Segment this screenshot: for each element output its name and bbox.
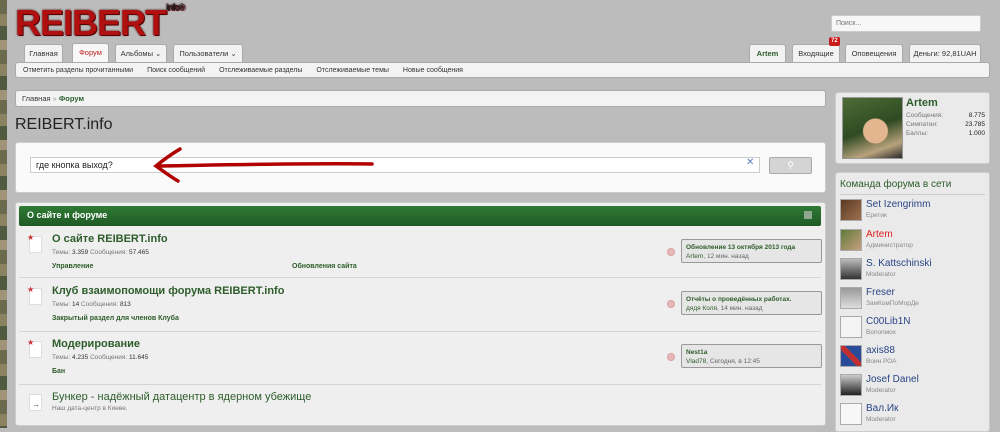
- forum-title[interactable]: О сайте REIBERT.info: [52, 233, 168, 245]
- forum-row: ★ Клуб взаимопомощи форума REIBERT.info …: [19, 280, 822, 332]
- forum-title[interactable]: Клуб взаимопомощи форума REIBERT.info: [52, 285, 284, 297]
- member-role: Администратор: [866, 242, 913, 249]
- member-name[interactable]: Artem: [866, 229, 893, 240]
- subforum-link[interactable]: Обновления сайта: [292, 263, 357, 270]
- forum-link-icon: →: [29, 394, 42, 411]
- forum-row: → Бункер - надёжный датацентр в ядерном …: [19, 386, 821, 422]
- avatar[interactable]: [840, 287, 862, 309]
- forum-title[interactable]: Модерирование: [52, 338, 140, 350]
- member-name[interactable]: Josef Danel: [866, 374, 919, 385]
- forum-stats: Темы: 14 Сообщения: 813: [52, 301, 131, 308]
- read-marker-icon: [667, 353, 675, 361]
- last-post[interactable]: Nest1a Vlad78, Сегодня, в 12:45: [681, 344, 822, 368]
- profile-stat: Симпатии: 23.785: [906, 121, 985, 128]
- member-name[interactable]: Set Izengrimm: [866, 199, 930, 210]
- subforum-link[interactable]: Бан: [52, 368, 65, 375]
- subforum-link[interactable]: Управление: [52, 263, 93, 270]
- forum-stats: Темы: 4.235 Сообщения: 11.645: [52, 354, 149, 361]
- read-marker-icon: [667, 248, 675, 256]
- staff-online-title: Команда форума в сети: [840, 179, 952, 190]
- member-name[interactable]: Вал.Ик: [866, 403, 898, 414]
- member-role: Moderator: [866, 387, 896, 394]
- forum-row: ★ Модерирование Темы: 4.235 Сообщения: 1…: [19, 333, 822, 385]
- forum-stats: Темы: 3.359 Сообщения: 57.465: [52, 249, 149, 256]
- member-role: Moderator: [866, 416, 896, 423]
- member-name[interactable]: axis88: [866, 345, 895, 356]
- forum-row: ★ О сайте REIBERT.info Темы: 3.359 Сообщ…: [19, 228, 822, 278]
- avatar[interactable]: [840, 403, 862, 425]
- member-name[interactable]: C00Lib1N: [866, 316, 910, 327]
- forum-unread-icon: ★: [27, 285, 42, 305]
- category-header[interactable]: О сайте и форуме: [19, 206, 821, 226]
- collapse-icon[interactable]: [804, 211, 812, 219]
- avatar[interactable]: [840, 229, 862, 251]
- forum-title[interactable]: Бункер - надёжный датацентр в ядерном уб…: [52, 391, 311, 403]
- member-role: Вопопмох: [866, 329, 896, 336]
- member-role: Еретик: [866, 212, 887, 219]
- member-role: Воин РОА: [866, 358, 897, 365]
- profile-name[interactable]: Artem: [906, 97, 938, 109]
- member-role: Moderator: [866, 271, 896, 278]
- avatar[interactable]: [840, 345, 862, 367]
- avatar[interactable]: [842, 97, 903, 159]
- member-name[interactable]: S. Kattschinski: [866, 258, 932, 269]
- forum-unread-icon: ★: [27, 233, 42, 253]
- member-name[interactable]: Freser: [866, 287, 895, 298]
- avatar[interactable]: [840, 374, 862, 396]
- forum-description: Наш дата-центр в Киеве.: [52, 405, 128, 412]
- read-marker-icon: [667, 300, 675, 308]
- avatar[interactable]: [840, 316, 862, 338]
- profile-stat: Сообщения: 8.775: [906, 112, 985, 119]
- divider: [840, 194, 985, 195]
- forum-unread-icon: ★: [27, 338, 42, 358]
- subforum-link[interactable]: Закрытый раздел для членов Клуба: [52, 315, 179, 322]
- avatar[interactable]: [840, 258, 862, 280]
- profile-stat: Баллы: 1.000: [906, 130, 985, 137]
- avatar[interactable]: [840, 199, 862, 221]
- member-role: ЗамКомПоМорДе: [866, 300, 919, 307]
- last-post[interactable]: Обновление 13 октября 2013 года Artem, 12…: [681, 239, 822, 263]
- last-post[interactable]: Отчёты о проведённых работах. дядя Коля, …: [681, 291, 822, 315]
